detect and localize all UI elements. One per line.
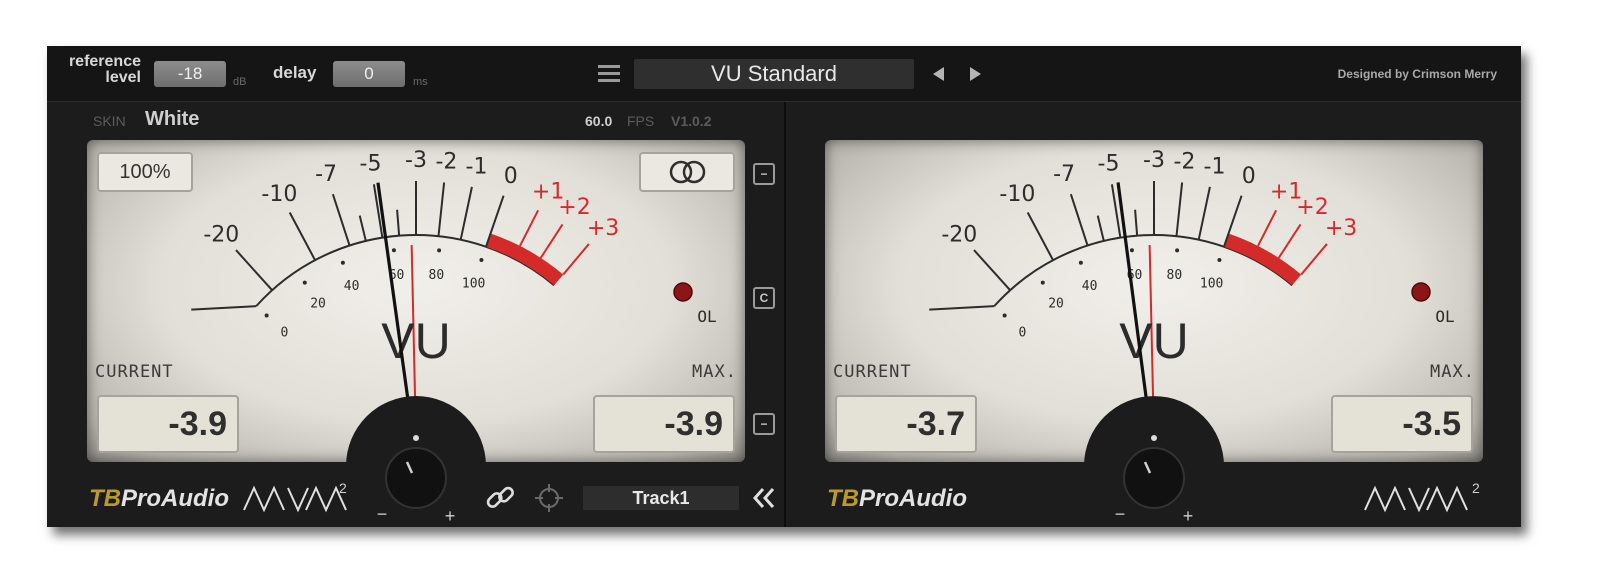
right-mvm-logo [1364,485,1468,513]
right-logo-superscript: 2 [1472,480,1480,496]
left-logo-superscript: 2 [339,480,347,496]
brand-proaudio: ProAudio [859,485,967,512]
track-name-field[interactable]: Track1 [583,486,739,510]
knob-needle-overlay: − + − + [346,182,1224,527]
gain-knob [1123,447,1185,509]
knob-minus-label: − [377,504,388,524]
double-chevron-left-icon[interactable] [751,486,777,510]
knob-marker-dot [413,435,419,441]
brand-tb: TB [89,485,121,512]
knob-plus-label: + [1183,506,1194,526]
left-brand-logo: TBProAudio [89,485,229,513]
knob-minus-label: − [1115,504,1126,524]
crosshair-icon[interactable] [533,482,565,514]
right-brand-logo: TBProAudio [827,485,967,513]
knob-marker-dot [1151,435,1157,441]
brand-tb: TB [827,485,859,512]
brand-proaudio: ProAudio [121,485,229,512]
gain-knob [385,447,447,509]
left-mvm-logo [243,485,347,513]
plugin-window: reference level -18 dB delay 0 ms VU Sta… [47,46,1521,527]
chain-link-icon[interactable] [485,482,517,514]
knob-plus-label: + [445,506,456,526]
